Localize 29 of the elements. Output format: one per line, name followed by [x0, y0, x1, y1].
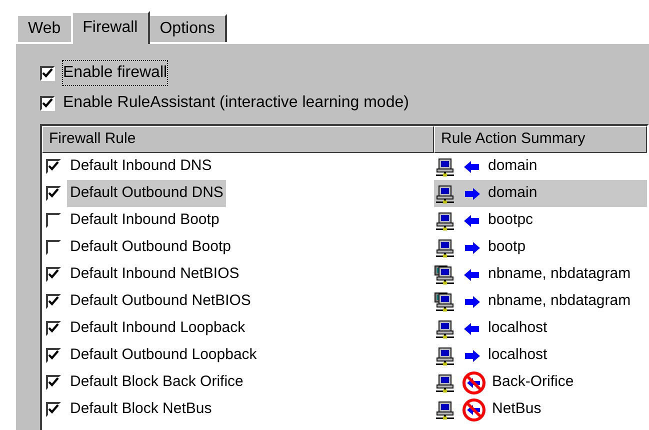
action-summary: nbname, nbdatagram	[488, 264, 631, 284]
rule-name[interactable]: Default Outbound Loopback	[67, 342, 260, 369]
rule-name[interactable]: Default Outbound Bootp	[67, 234, 234, 261]
checkbox-label: Enable RuleAssistant (interactive learning mode)	[63, 93, 409, 113]
rule-name[interactable]: Default Inbound Bootp	[67, 207, 222, 234]
action-summary: NetBus	[492, 399, 542, 420]
column-header[interactable]: Firewall Rule	[42, 126, 434, 153]
action-summary: localhost	[488, 318, 548, 338]
column-header[interactable]: Rule Action Summary	[434, 126, 647, 153]
checkbox-label: Enable firewall	[63, 61, 168, 85]
tab[interactable]: Firewall	[70, 11, 150, 44]
action-summary: Back-Orifice	[492, 372, 574, 392]
action-summary: bootpc	[488, 210, 534, 230]
rule-name[interactable]: Default Inbound DNS	[67, 153, 215, 180]
checkbox[interactable]	[40, 66, 55, 80]
rule-name[interactable]: Default Inbound NetBIOS	[67, 261, 242, 288]
action-summary: domain	[488, 156, 538, 176]
action-summary: bootp	[488, 237, 526, 258]
checkbox[interactable]	[40, 96, 55, 110]
rule-name[interactable]: Default Inbound Loopback	[67, 315, 248, 342]
action-summary: localhost	[488, 345, 548, 366]
rule-name[interactable]: Default Outbound DNS	[67, 180, 226, 207]
rule-name[interactable]: Default Block NetBus	[67, 396, 215, 423]
tab[interactable]: Web	[16, 14, 73, 42]
rule-name[interactable]: Default Block Back Orifice	[67, 369, 246, 396]
tab[interactable]: Options	[148, 14, 227, 42]
action-summary: nbname, nbdatagram	[488, 291, 631, 312]
rule-name[interactable]: Default Outbound NetBIOS	[67, 288, 254, 315]
action-summary: domain	[488, 183, 538, 204]
